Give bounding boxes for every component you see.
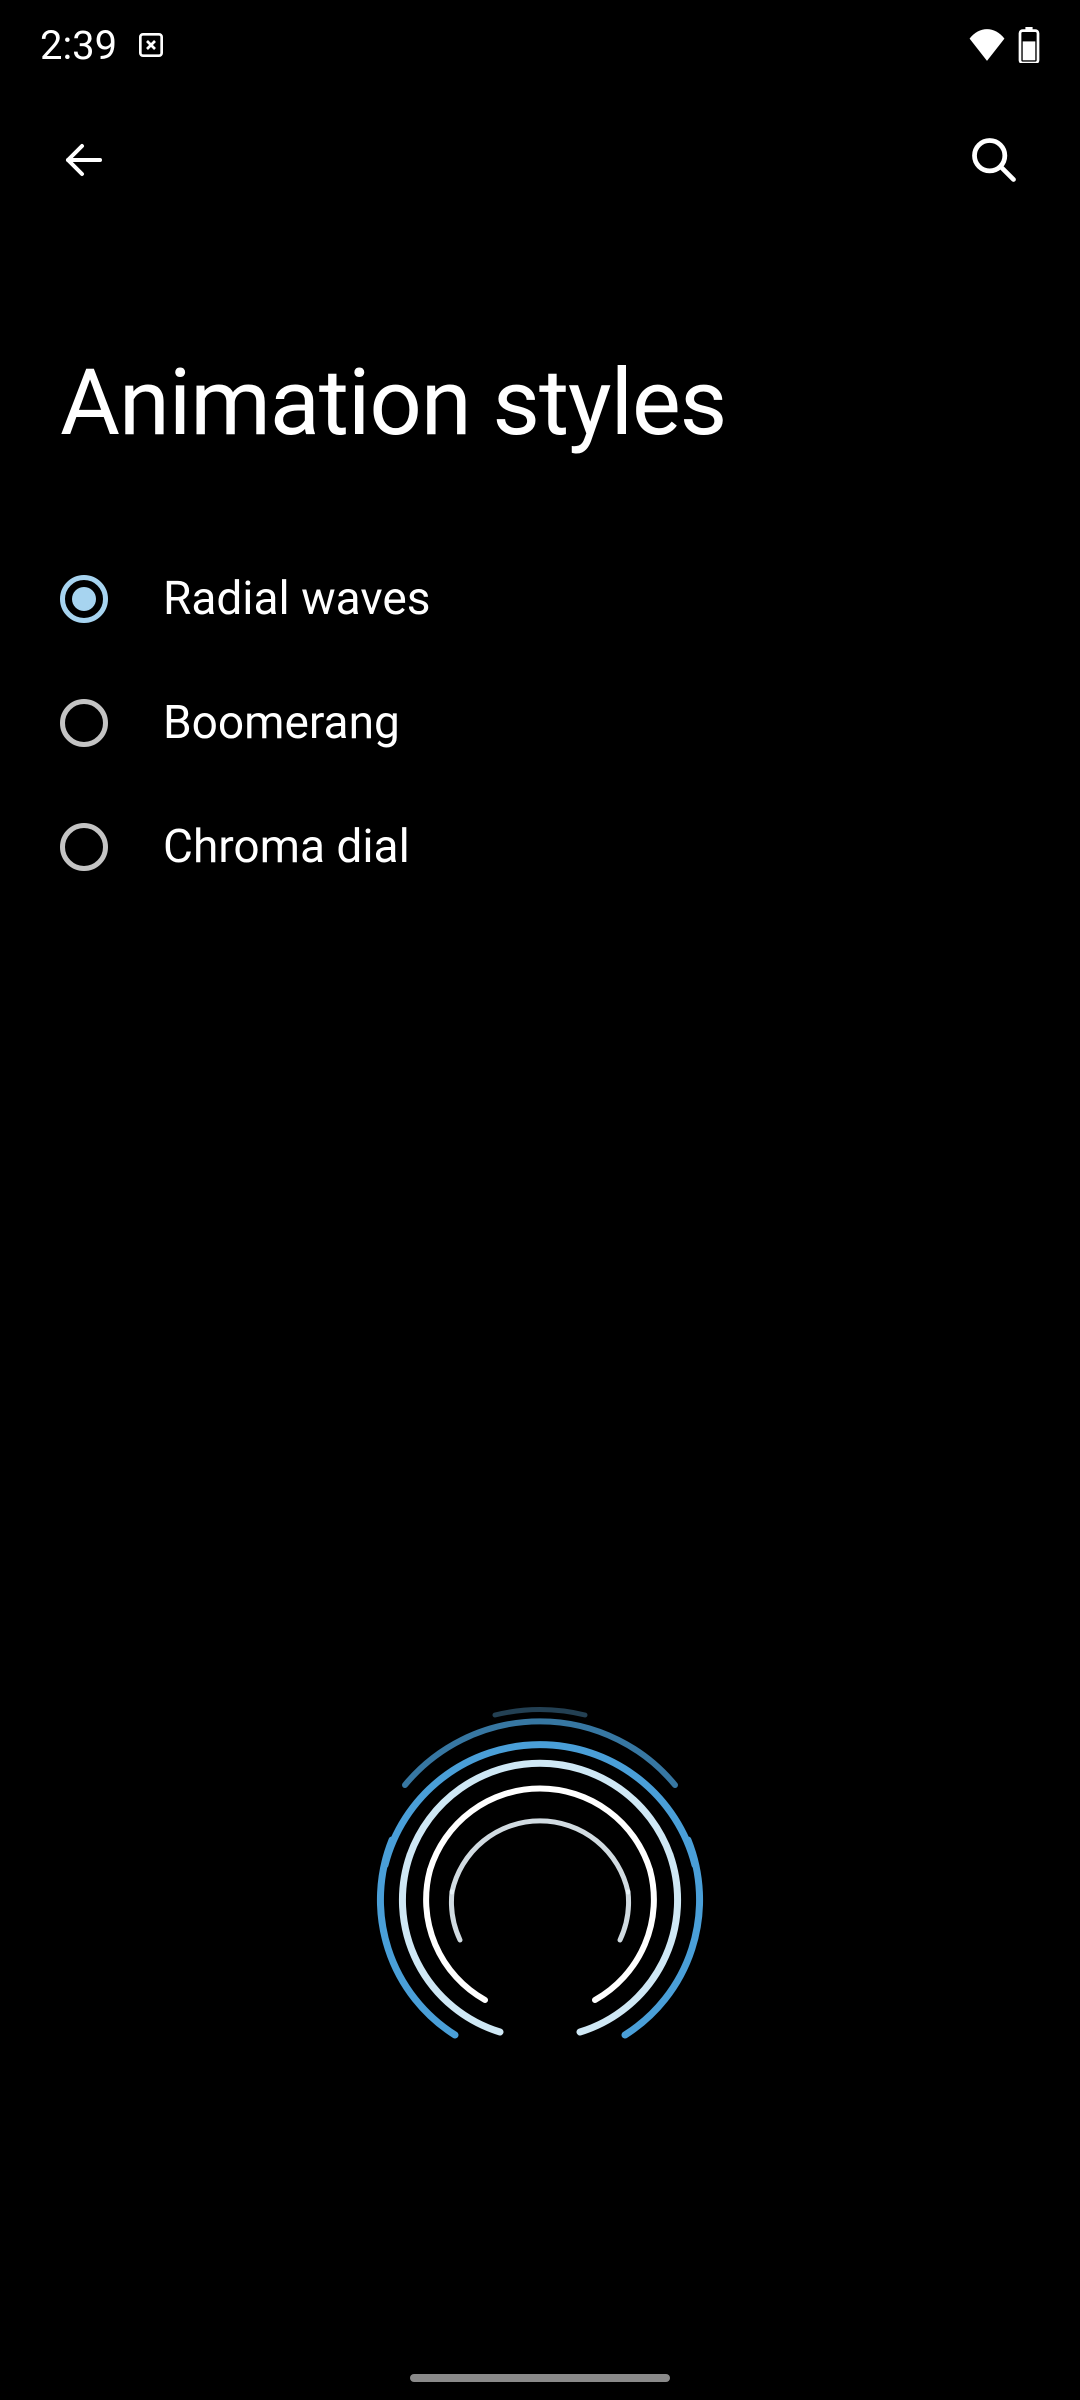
options-list: Radial waves Boomerang Chroma dial	[0, 517, 1080, 929]
animation-preview	[365, 1680, 715, 2100]
status-left: 2:39	[40, 22, 167, 69]
navigation-handle[interactable]	[410, 2374, 670, 2382]
radio-label: Boomerang	[163, 696, 400, 750]
search-icon	[968, 134, 1020, 186]
app-bar	[0, 90, 1080, 230]
option-chroma-dial[interactable]: Chroma dial	[60, 785, 1020, 909]
wifi-icon	[968, 29, 1006, 61]
radio-indicator	[60, 699, 108, 747]
back-button[interactable]	[50, 126, 118, 194]
close-box-icon	[135, 29, 167, 61]
radio-indicator	[60, 575, 108, 623]
status-right	[968, 27, 1040, 63]
option-radial-waves[interactable]: Radial waves	[60, 537, 1020, 661]
battery-icon	[1018, 27, 1040, 63]
arrow-left-icon	[60, 136, 108, 184]
option-boomerang[interactable]: Boomerang	[60, 661, 1020, 785]
radio-label: Radial waves	[163, 572, 431, 626]
radial-waves-icon	[365, 1680, 715, 2100]
radio-indicator	[60, 823, 108, 871]
radio-label: Chroma dial	[163, 820, 410, 874]
status-bar: 2:39	[0, 0, 1080, 90]
page-title: Animation styles	[0, 230, 1080, 517]
search-button[interactable]	[958, 124, 1030, 196]
status-time: 2:39	[40, 22, 117, 69]
